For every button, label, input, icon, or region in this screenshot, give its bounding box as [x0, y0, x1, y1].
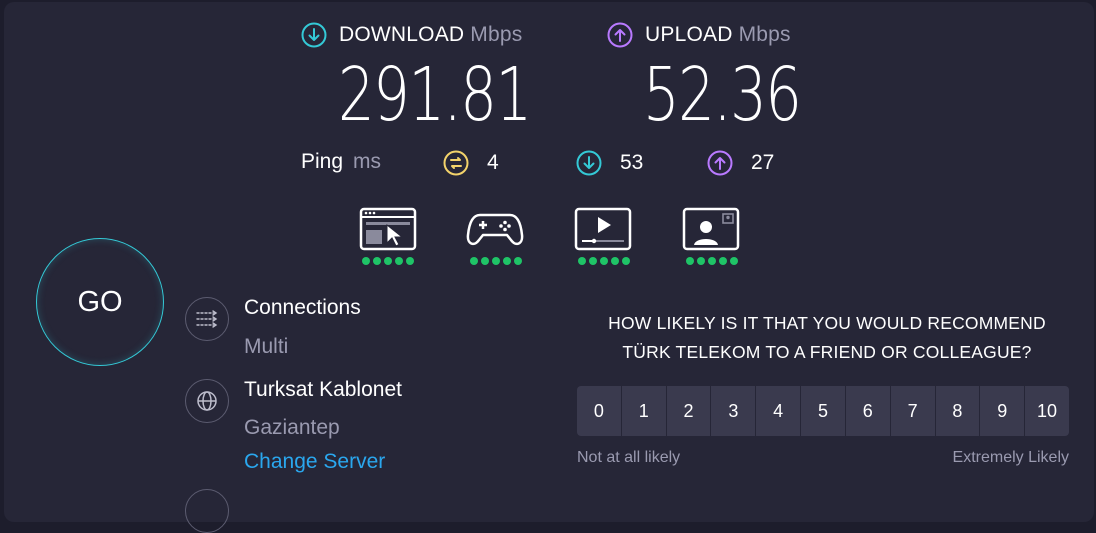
- video-streaming-rating: [578, 257, 630, 265]
- ping-idle: 4: [443, 150, 499, 176]
- web-browsing-rating: [362, 257, 414, 265]
- download-latency-icon: [576, 150, 602, 176]
- nps-option-6[interactable]: 6: [845, 386, 891, 436]
- results-panel: [4, 2, 1094, 522]
- video-call-rating: [686, 257, 738, 265]
- survey-question: HOW LIKELY IS IT THAT YOU WOULD RECOMMEN…: [572, 309, 1082, 367]
- upload-speed-value: 52.36: [643, 52, 802, 138]
- upload-unit: Mbps: [738, 23, 791, 46]
- gaming-rating: [470, 257, 522, 265]
- nps-option-0[interactable]: 0: [577, 386, 622, 436]
- ping-download-value: 53: [620, 151, 644, 174]
- ping-idle-value: 4: [487, 151, 499, 174]
- connections-value: Multi: [244, 335, 289, 358]
- nps-option-7[interactable]: 7: [890, 386, 936, 436]
- ping-upload: 27: [707, 150, 774, 176]
- globe-icon: [197, 391, 217, 411]
- go-button-label: GO: [77, 285, 123, 318]
- download-unit: Mbps: [470, 23, 523, 46]
- nps-scale: 0 1 2 3 4 5 6 7 8 9 10: [577, 386, 1069, 436]
- server-location: Gaziantep: [244, 416, 340, 439]
- go-button[interactable]: GO: [36, 238, 164, 366]
- scale-low-label: Not at all likely: [577, 449, 681, 466]
- nps-option-1[interactable]: 1: [621, 386, 667, 436]
- nps-option-2[interactable]: 2: [666, 386, 712, 436]
- idle-latency-icon: [443, 150, 469, 176]
- ping-upload-value: 27: [751, 151, 775, 174]
- download-label: DOWNLOAD: [339, 23, 465, 46]
- connections-icon-wrap[interactable]: [185, 297, 229, 341]
- nps-option-9[interactable]: 9: [980, 386, 1026, 436]
- connections-icon: [196, 310, 218, 328]
- nps-option-4[interactable]: 4: [756, 386, 802, 436]
- server-name: Turksat Kablonet: [244, 378, 402, 401]
- scale-high-label: Extremely Likely: [952, 449, 1069, 466]
- upload-latency-icon: [707, 150, 733, 176]
- upload-label: UPLOAD: [645, 23, 733, 46]
- ping-unit: ms: [353, 150, 382, 173]
- nps-option-3[interactable]: 3: [711, 386, 757, 436]
- nps-option-8[interactable]: 8: [935, 386, 981, 436]
- web-browsing-icon: [359, 207, 417, 251]
- ping-download: 53: [576, 150, 643, 176]
- change-server-link[interactable]: Change Server: [244, 450, 385, 474]
- survey-question-line2: TÜRK TELEKOM TO A FRIEND OR COLLEAGUE?: [622, 342, 1032, 362]
- upload-header: UPLOAD Mbps: [607, 22, 791, 48]
- video-streaming-icon: [574, 207, 632, 251]
- ping-label-group: Ping ms: [301, 150, 381, 174]
- survey-question-line1: HOW LIKELY IS IT THAT YOU WOULD RECOMMEN…: [608, 313, 1046, 333]
- connections-title: Connections: [244, 296, 361, 319]
- video-call-icon: [682, 207, 740, 251]
- gaming-controller-icon: [466, 213, 524, 246]
- nps-option-5[interactable]: 5: [801, 386, 846, 436]
- upload-arrow-icon: [607, 22, 633, 48]
- ping-label: Ping: [301, 150, 344, 173]
- download-speed-value: 291.81: [338, 52, 532, 138]
- server-icon-wrap: [185, 379, 229, 423]
- download-header: DOWNLOAD Mbps: [301, 22, 522, 48]
- download-arrow-icon: [301, 22, 327, 48]
- nps-option-10[interactable]: 10: [1025, 386, 1069, 436]
